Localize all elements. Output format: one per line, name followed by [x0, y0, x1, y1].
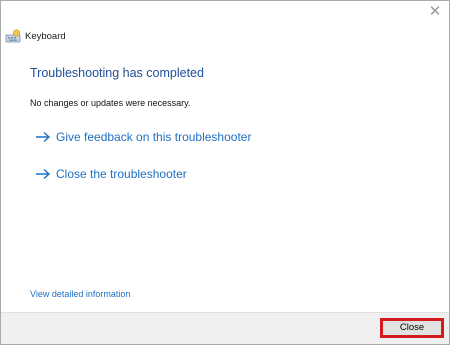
window-close-icon[interactable]: ✕: [427, 4, 443, 20]
keyboard-troubleshooter-icon: [5, 29, 21, 43]
result-message: No changes or updates were necessary.: [30, 98, 191, 108]
close-troubleshooter-label: Close the troubleshooter: [56, 167, 187, 181]
close-troubleshooter-link[interactable]: Close the troubleshooter: [35, 167, 187, 181]
close-button[interactable]: Close: [380, 318, 444, 338]
arrow-right-icon: [35, 168, 51, 180]
troubleshooter-window: ✕ Keyboard Troubleshooting has completed…: [0, 0, 450, 345]
button-bar: Close: [1, 312, 449, 344]
page-heading: Troubleshooting has completed: [30, 66, 204, 80]
give-feedback-label: Give feedback on this troubleshooter: [56, 130, 252, 144]
arrow-right-icon: [35, 131, 51, 143]
title-bar: Keyboard: [5, 27, 66, 45]
window-title: Keyboard: [25, 30, 66, 42]
give-feedback-link[interactable]: Give feedback on this troubleshooter: [35, 130, 251, 144]
view-detailed-information-link[interactable]: View detailed information: [30, 289, 130, 299]
